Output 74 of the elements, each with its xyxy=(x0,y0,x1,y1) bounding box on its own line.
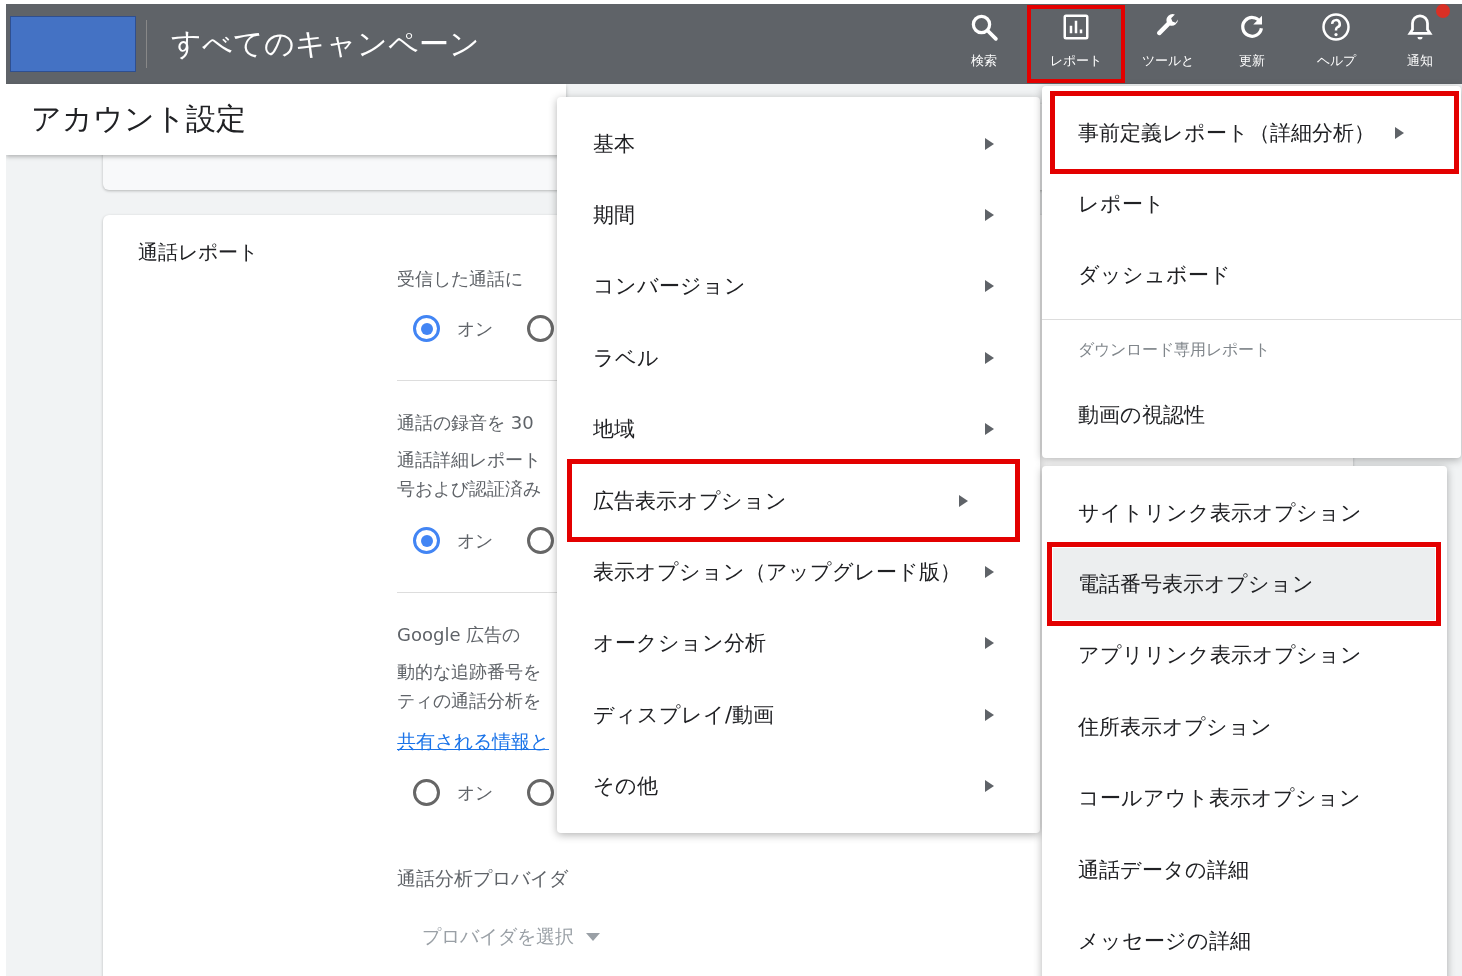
setting-description: 動的な追跡番号を xyxy=(397,660,541,684)
toolbar-button[interactable]: 更新 xyxy=(1210,4,1294,84)
menu-section-header: ダウンロード専用レポート xyxy=(1077,339,1271,362)
setting-description: ティの通話分析を xyxy=(397,689,541,713)
menu-item[interactable]: 広告表示オプション xyxy=(573,464,1014,537)
radio-button[interactable] xyxy=(527,315,554,342)
menu-item[interactable]: 期間 xyxy=(557,179,1040,251)
bar-chart-icon xyxy=(1061,12,1091,42)
menu-item-label: 動画の視認性 xyxy=(1078,401,1205,429)
radio-button[interactable] xyxy=(527,779,554,806)
help-icon xyxy=(1321,12,1351,42)
menu-item-label: コンバージョン xyxy=(593,273,747,301)
menu-item-label: 事前定義レポート（詳細分析） xyxy=(1078,119,1375,147)
menu-item-label: オークション分析 xyxy=(593,630,767,658)
card-title: 通話レポート xyxy=(137,239,259,266)
menu-item-label: アプリリンク表示オプション xyxy=(1078,642,1363,670)
menu-item-label: 住所表示オプション xyxy=(1078,713,1273,741)
menu-item-label: コールアウト表示オプション xyxy=(1078,785,1362,813)
menu-item[interactable]: オークション分析 xyxy=(557,607,1040,680)
menu-item[interactable]: コンバージョン xyxy=(557,250,1040,323)
menu-item[interactable]: 動画の視認性 xyxy=(1042,379,1461,451)
toolbar-button[interactable]: レポート xyxy=(1026,4,1126,84)
learn-more-link[interactable]: 共有される情報と xyxy=(397,729,549,755)
menu-item[interactable]: 基本 xyxy=(557,108,1040,180)
menu-item[interactable]: アプリリンク表示オプション xyxy=(1042,619,1447,692)
field-label: 通話分析プロバイダ xyxy=(397,866,568,891)
menu-item-label: 表示オプション（アップグレード版） xyxy=(593,559,962,587)
caret-icon xyxy=(586,933,600,941)
menu-item-label: ダッシュボード xyxy=(1078,262,1231,290)
setting-description: 通話詳細レポート xyxy=(397,448,541,472)
menu-item-label: メッセージの詳細 xyxy=(1078,928,1252,956)
menu-item[interactable]: 住所表示オプション xyxy=(1042,691,1447,763)
setting-heading: 通話の録音を 30 xyxy=(397,411,534,435)
toolbar-button[interactable]: ツールと xyxy=(1126,4,1210,84)
setting-heading: 受信した通話に xyxy=(397,267,523,291)
menu-item-label: ラベル xyxy=(593,344,660,372)
radio-label: オン xyxy=(457,780,493,805)
menu-item-label: サイトリンク表示オプション xyxy=(1078,499,1363,527)
search-icon xyxy=(969,12,999,42)
page-heading: すべてのキャンペーン xyxy=(171,24,481,63)
menu-item[interactable]: ディスプレイ/動画 xyxy=(557,679,1040,751)
menu-item[interactable]: ラベル xyxy=(557,322,1040,394)
menu-item-label: 通話データの詳細 xyxy=(1078,856,1250,884)
menu-item[interactable]: サイトリンク表示オプション xyxy=(1042,477,1447,549)
menu-item[interactable]: 事前定義レポート（詳細分析） xyxy=(1056,97,1453,169)
setting-description: 号および認証済み xyxy=(397,477,541,501)
toolbar-button[interactable]: ヘルプ xyxy=(1294,4,1378,84)
menu-item-label: 期間 xyxy=(593,202,636,230)
radio-label: オン xyxy=(457,316,493,341)
setting-heading: Google 広告の xyxy=(397,623,521,647)
radio-button[interactable] xyxy=(413,527,440,554)
menu-item-label: レポート xyxy=(1078,191,1165,219)
menu-item[interactable]: 通話データの詳細 xyxy=(1042,833,1447,906)
menu-item-label: 広告表示オプション xyxy=(593,487,788,515)
menu-item-label: 基本 xyxy=(593,130,636,158)
menu-item[interactable]: レポート xyxy=(1042,168,1461,240)
menu-item[interactable]: 表示オプション（アップグレード版） xyxy=(557,536,1040,608)
menu-item[interactable]: コールアウト表示オプション xyxy=(1042,762,1447,834)
toolbar-button[interactable]: 検索 xyxy=(942,4,1026,84)
menu-item-label: 電話番号表示オプション xyxy=(1078,571,1315,599)
radio-button[interactable] xyxy=(527,527,554,554)
menu-item-label: その他 xyxy=(593,773,659,801)
menu-item[interactable]: メッセージの詳細 xyxy=(1042,905,1447,976)
menu-item[interactable]: 地域 xyxy=(557,393,1040,465)
radio-label: オン xyxy=(457,528,493,553)
page-title: アカウント設定 xyxy=(31,100,246,138)
radio-button[interactable] xyxy=(413,315,440,342)
menu-item[interactable]: その他 xyxy=(557,750,1040,822)
menu-item-label: 地域 xyxy=(593,416,636,444)
toolbar-button[interactable]: 通知 xyxy=(1378,4,1462,84)
bell-icon xyxy=(1405,12,1435,42)
radio-button[interactable] xyxy=(413,779,440,806)
menu-item[interactable]: ダッシュボード xyxy=(1042,239,1461,312)
menu-item-label: ディスプレイ/動画 xyxy=(593,701,776,729)
